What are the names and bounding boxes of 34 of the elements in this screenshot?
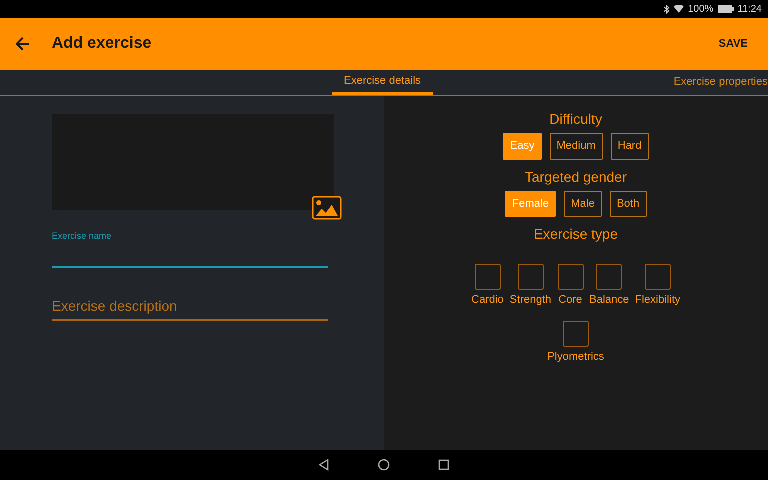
image-icon[interactable] <box>312 196 342 220</box>
clock: 11:24 <box>738 2 762 16</box>
checkbox-label: Strength <box>510 293 552 308</box>
checkbox-label: Cardio <box>472 293 504 308</box>
home-icon[interactable] <box>378 459 390 471</box>
option-button[interactable]: Male <box>564 190 602 217</box>
option-button[interactable]: Both <box>610 190 647 217</box>
checkbox[interactable] <box>474 264 501 290</box>
screen-title: Add exercise <box>52 34 152 54</box>
save-button[interactable]: SAVE <box>714 32 752 56</box>
section-title: Exercise type <box>534 225 618 244</box>
checkbox-label: Flexibility <box>635 293 680 308</box>
checkbox[interactable] <box>558 264 584 290</box>
section-title: Targeted gender <box>525 168 627 187</box>
tab[interactable]: Exercise properties <box>662 70 768 95</box>
section-title: Difficulty <box>550 110 602 129</box>
option-button[interactable]: Hard <box>610 133 649 160</box>
checkbox[interactable] <box>563 320 589 346</box>
wifi-icon <box>674 5 684 13</box>
field-label: Exercise name <box>52 230 113 243</box>
battery-percentage: 100% <box>688 2 714 16</box>
exercise-description-field[interactable]: Exercise description <box>52 294 328 320</box>
back-icon[interactable] <box>318 459 330 471</box>
checkbox[interactable] <box>644 264 671 290</box>
option-button[interactable]: Medium <box>550 133 603 160</box>
checkbox[interactable] <box>518 264 544 290</box>
recents-icon[interactable] <box>438 459 450 471</box>
checkbox-label: Plyometrics <box>548 350 604 364</box>
checkbox[interactable] <box>596 264 622 290</box>
back-arrow-icon[interactable] <box>16 37 30 51</box>
checkbox-label: Balance <box>590 293 630 308</box>
bluetooth-icon <box>664 4 670 14</box>
battery-icon <box>718 5 734 13</box>
checkbox-label: Core <box>558 293 582 308</box>
